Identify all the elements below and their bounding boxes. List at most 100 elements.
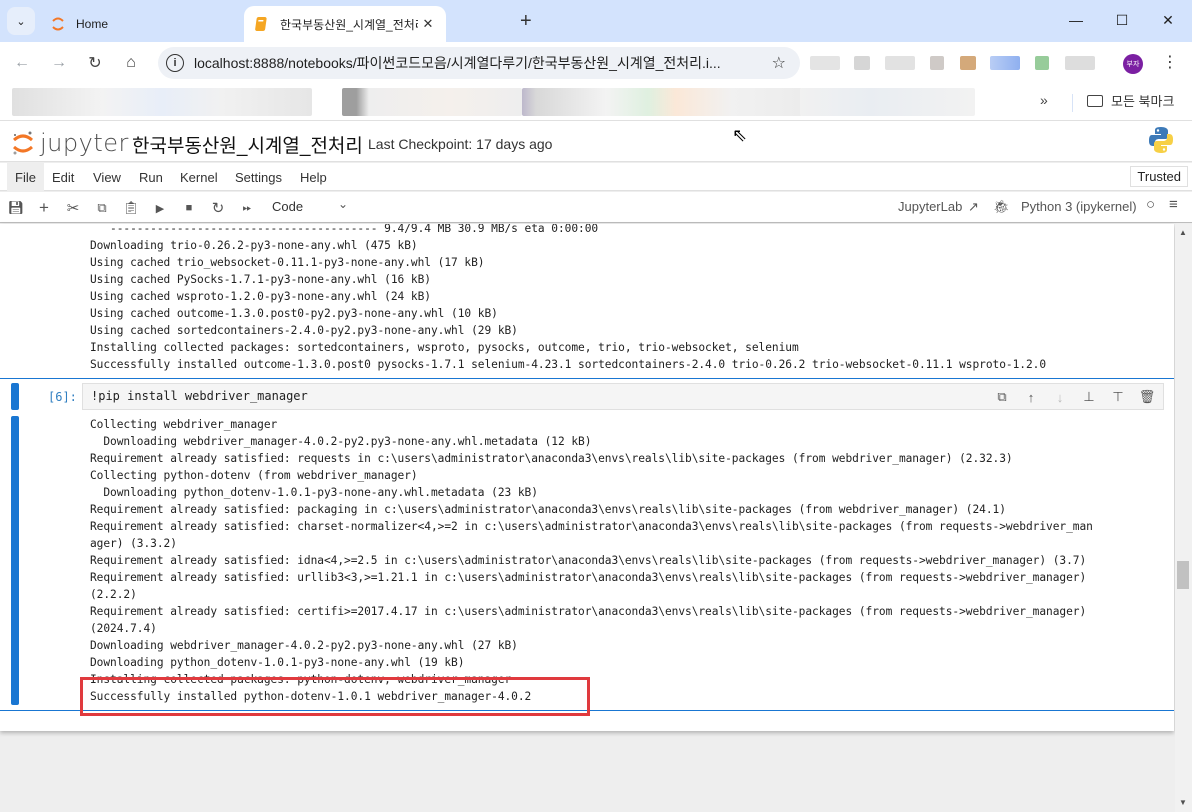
restart-run-all-button[interactable]: ⏩︎ <box>237 198 257 218</box>
notebook-title[interactable]: 한국부동산원_시계열_전처리 <box>132 131 363 158</box>
save-icon: 💾︎ <box>7 200 25 215</box>
move-up-icon[interactable]: ↑ <box>1022 388 1040 406</box>
run-button[interactable]: ▶ <box>150 198 170 218</box>
tab-notebook[interactable]: 한국부동산원_시계열_전처리 ✕ <box>244 6 446 42</box>
success-highlight-box <box>80 677 590 716</box>
cell-divider <box>0 378 1174 379</box>
tab-title: Home <box>76 17 109 31</box>
site-info-icon[interactable]: i <box>166 54 184 72</box>
output-line: Using cached outcome-1.3.0.post0-py2.py3… <box>90 307 498 320</box>
maximize-button[interactable]: ☐ <box>1107 8 1137 32</box>
arrow-left-icon: ← <box>14 54 30 71</box>
more-options-icon[interactable]: ⋮ <box>1162 52 1178 72</box>
menu-settings[interactable]: Settings <box>227 163 290 191</box>
menu-bar: File Edit View Run Kernel Settings Help … <box>0 163 1192 191</box>
extension-icon[interactable] <box>930 56 944 70</box>
output-line: (2024.7.4) <box>90 622 157 635</box>
output-line: Collecting python-dotenv (from webdriver… <box>90 469 418 482</box>
insert-cell-button[interactable]: + <box>34 198 54 218</box>
jupyter-logo[interactable]: jupyter <box>12 129 129 157</box>
notebook-scrollbar[interactable]: ▲ ▼ <box>1175 224 1192 812</box>
bookmark-item[interactable] <box>12 88 312 116</box>
bookmarks-bar: » 모든 북마크 <box>0 84 1192 120</box>
bookmark-item[interactable] <box>342 88 522 116</box>
output-line: Requirement already satisfied: urllib3<3… <box>90 571 1087 584</box>
save-button[interactable]: 💾︎ <box>6 198 26 218</box>
output-collapser[interactable] <box>11 416 19 705</box>
bookmarks-overflow-button[interactable]: » <box>1040 92 1048 108</box>
menu-kernel[interactable]: Kernel <box>172 163 226 191</box>
scissors-icon: ✂ <box>66 200 80 217</box>
restart-button[interactable]: ↻ <box>208 198 228 218</box>
move-down-icon[interactable]: ↓ <box>1051 388 1069 406</box>
extension-icon[interactable] <box>854 56 870 70</box>
tab-search-button[interactable]: ⌄ <box>7 7 35 35</box>
output-line: Successfully installed outcome-1.3.0.pos… <box>90 358 1047 371</box>
cut-button[interactable]: ✂ <box>63 198 83 218</box>
menu-edit[interactable]: Edit <box>44 163 82 191</box>
bookmark-item[interactable] <box>522 88 802 116</box>
code-text[interactable]: !pip install webdriver_manager <box>91 389 308 403</box>
close-tab-icon[interactable]: ✕ <box>418 16 438 32</box>
bookmark-star-icon[interactable]: ☆ <box>772 53 786 73</box>
all-bookmarks-label: 모든 북마크 <box>1111 94 1175 109</box>
output-line: Installing collected packages: sortedcon… <box>90 341 799 354</box>
extension-icon[interactable] <box>1065 56 1095 70</box>
output-line: (2.2.2) <box>90 588 137 601</box>
kernel-name[interactable]: Python 3 (ipykernel) <box>1021 199 1137 214</box>
scroll-up-icon[interactable]: ▲ <box>1179 228 1187 237</box>
chevron-down-icon[interactable]: ⌄ <box>338 197 348 211</box>
trusted-indicator[interactable]: Trusted <box>1130 166 1188 187</box>
insert-above-icon[interactable]: ⊥ <box>1080 388 1098 406</box>
bookmark-item[interactable] <box>800 88 975 116</box>
copy-button[interactable]: ⧉ <box>92 198 112 218</box>
open-jupyterlab-button[interactable]: JupyterLab ↗ <box>898 199 979 215</box>
extension-icon[interactable] <box>960 56 976 70</box>
output-line: Requirement already satisfied: packaging… <box>90 503 1006 516</box>
home-button[interactable]: ⌂ <box>119 52 143 74</box>
extension-icon[interactable] <box>885 56 915 70</box>
extension-icon[interactable] <box>810 56 840 70</box>
home-icon: ⌂ <box>126 54 136 71</box>
duplicate-cell-icon[interactable]: ⧉ <box>993 388 1011 406</box>
cell-type-select[interactable]: Code <box>272 199 303 214</box>
menu-view[interactable]: View <box>85 163 129 191</box>
extension-icon[interactable] <box>1035 56 1049 70</box>
copy-icon: ⧉ <box>97 200 107 215</box>
output-line: ----------------------------------------… <box>90 224 599 235</box>
minimize-button[interactable]: — <box>1061 8 1091 32</box>
interrupt-button[interactable]: ■ <box>179 198 199 218</box>
chevron-down-icon: ⌄ <box>16 15 26 28</box>
tab-home[interactable]: Home ✕ <box>40 6 272 42</box>
checkpoint-status: Last Checkpoint: 17 days ago <box>368 136 553 152</box>
restart-icon: ↻ <box>211 200 225 217</box>
tab-title: 한국부동산원_시계열_전처리 <box>280 17 418 32</box>
forward-button[interactable]: → <box>47 52 71 74</box>
delete-cell-icon[interactable]: 🗑︎ <box>1138 388 1156 406</box>
input-collapser[interactable] <box>11 383 19 410</box>
arrow-right-icon: → <box>51 54 67 71</box>
insert-below-icon[interactable]: ⊤ <box>1109 388 1127 406</box>
paste-button[interactable]: 📋︎ <box>121 198 141 218</box>
new-tab-button[interactable]: + <box>520 10 532 33</box>
close-window-button[interactable]: ✕ <box>1153 8 1183 32</box>
back-button[interactable]: ← <box>10 52 34 74</box>
jupyter-header: jupyter 한국부동산원_시계열_전처리 Last Checkpoint: … <box>0 120 1192 162</box>
all-bookmarks-button[interactable]: 모든 북마크 <box>1087 91 1174 110</box>
output-line: Collecting webdriver_manager <box>90 418 278 431</box>
scrollbar-thumb[interactable] <box>1177 561 1189 589</box>
address-bar[interactable]: i localhost:8888/notebooks/파이썬코드모음/시계열다루… <box>158 47 800 79</box>
extension-icon[interactable] <box>990 56 1020 70</box>
reload-button[interactable]: ↻ <box>83 52 107 74</box>
url-text[interactable]: localhost:8888/notebooks/파이썬코드모음/시계열다루기/… <box>194 53 754 73</box>
notebook-panel: ----------------------------------------… <box>0 224 1174 731</box>
menu-file[interactable]: File <box>7 163 44 191</box>
menu-hamburger-icon[interactable]: ≡ <box>1169 196 1178 213</box>
profile-avatar[interactable]: 부자 <box>1123 54 1143 74</box>
code-input[interactable]: !pip install webdriver_manager ⧉ ↑ ↓ ⊥ ⊤… <box>82 383 1164 410</box>
output-line: Using cached wsproto-1.2.0-py3-none-any.… <box>90 290 431 303</box>
menu-help[interactable]: Help <box>292 163 335 191</box>
scroll-down-icon[interactable]: ▼ <box>1179 798 1187 807</box>
menu-run[interactable]: Run <box>131 163 171 191</box>
debugger-button[interactable]: 🐞︎ <box>993 199 1010 215</box>
